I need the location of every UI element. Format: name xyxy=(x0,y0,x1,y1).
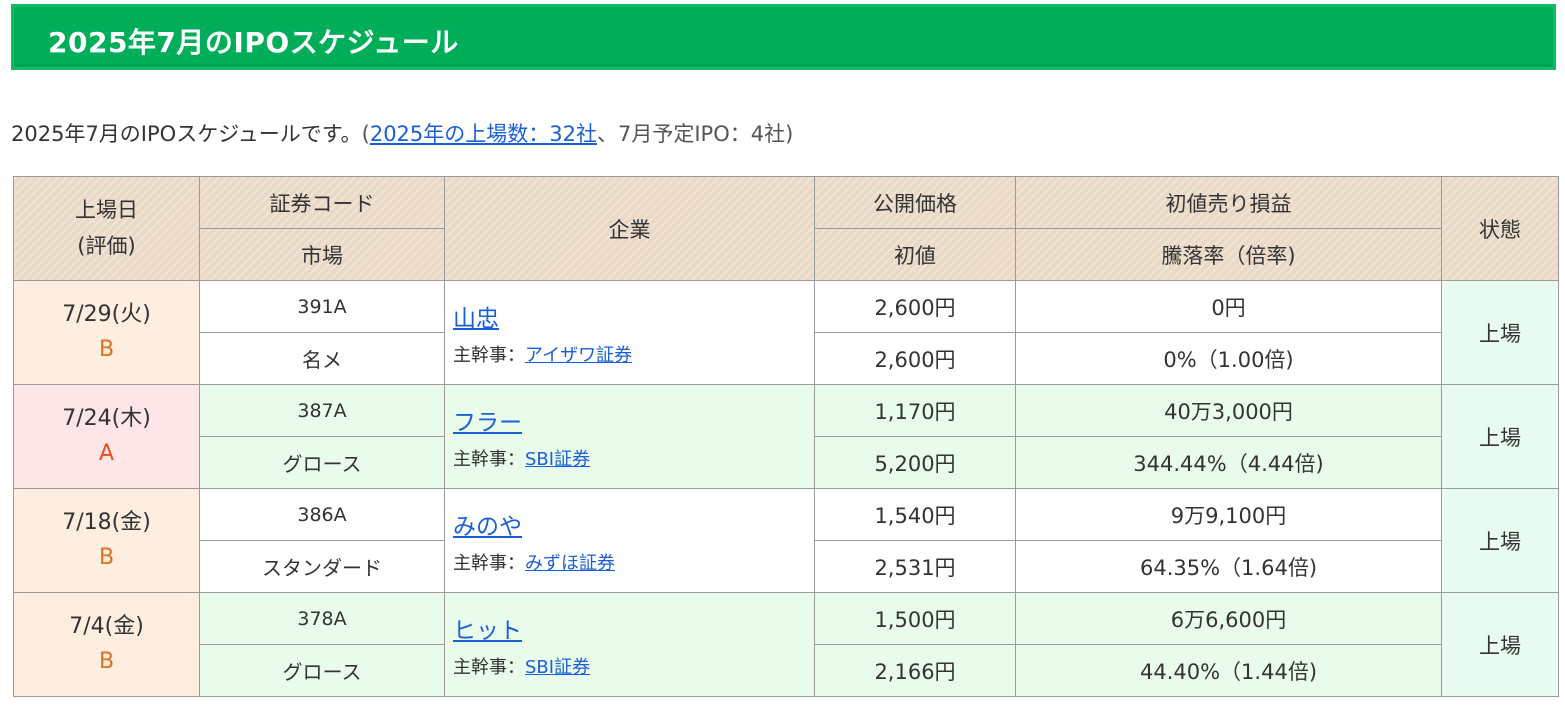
stock-code: 391A xyxy=(199,280,445,333)
rating-badge: B xyxy=(98,336,115,362)
intro-lead: 2025年7月のIPOスケジュールです。 xyxy=(11,122,362,146)
company-cell: ヒット 主幹事：SBI証券 xyxy=(444,592,815,697)
listing-date-cell: 7/18(金) B xyxy=(13,488,200,593)
lead-underwriter: 主幹事：SBI証券 xyxy=(453,653,814,679)
first-price: 2,600円 xyxy=(814,332,1016,385)
company-link[interactable]: 山忠 xyxy=(453,299,499,333)
first-sale-profit: 6万6,600円 xyxy=(1015,592,1442,645)
first-price: 2,531円 xyxy=(814,540,1016,593)
first-price: 2,166円 xyxy=(814,644,1016,697)
first-sale-profit: 9万9,100円 xyxy=(1015,488,1442,541)
stock-code: 386A xyxy=(199,488,445,541)
table-row: 7/24(木) A 387A フラー 主幹事：SBI証券 1,170円 40万3… xyxy=(13,384,1559,489)
company-link[interactable]: フラー xyxy=(453,403,522,437)
market: グロース xyxy=(199,644,445,697)
header-listing-date: 上場日 (評価) xyxy=(13,176,200,281)
intro-paren-close: ) xyxy=(785,122,794,146)
offer-price: 1,540円 xyxy=(814,488,1016,541)
status-cell: 上場 xyxy=(1441,592,1559,697)
offer-price: 2,600円 xyxy=(814,280,1016,333)
market: 名メ xyxy=(199,332,445,385)
intro-schedule-count: 、7月予定IPO：4社 xyxy=(597,122,786,146)
company-cell: みのや 主幹事：みずほ証券 xyxy=(444,488,815,593)
lead-underwriter-label: 主幹事： xyxy=(453,552,525,574)
status-cell: 上場 xyxy=(1441,488,1559,593)
first-sale-profit: 0円 xyxy=(1015,280,1442,333)
header-profit: 初値売り損益 xyxy=(1015,176,1442,229)
intro-text: 2025年7月のIPOスケジュールです。(2025年の上場数：32社、7月予定I… xyxy=(11,118,793,148)
status-cell: 上場 xyxy=(1441,384,1559,489)
status-cell: 上場 xyxy=(1441,280,1559,385)
header-listing-date-label: 上場日 xyxy=(75,197,138,222)
market: グロース xyxy=(199,436,445,489)
table-row: 7/18(金) B 386A みのや 主幹事：みずほ証券 1,540円 9万9,… xyxy=(13,488,1559,593)
lead-underwriter: 主幹事：みずほ証券 xyxy=(453,549,814,575)
change-rate: 44.40%（1.44倍) xyxy=(1015,644,1442,697)
page-title-bar: 2025年7月のIPOスケジュール xyxy=(11,4,1556,70)
listing-date: 7/29(火) xyxy=(62,302,151,328)
table-header: 上場日 (評価) 証券コード 企業 公開価格 初値売り損益 状態 市場 初値 騰… xyxy=(13,176,1559,281)
company-link[interactable]: ヒット xyxy=(453,611,522,645)
header-offer-price: 公開価格 xyxy=(814,176,1016,229)
listing-date: 7/18(金) xyxy=(62,510,151,536)
page-title: 2025年7月のIPOスケジュール xyxy=(48,26,459,59)
lead-underwriter-link[interactable]: みずほ証券 xyxy=(525,553,615,574)
listing-date-cell: 7/4(金) B xyxy=(13,592,200,697)
table-row: 7/4(金) B 378A ヒット 主幹事：SBI証券 1,500円 6万6,6… xyxy=(13,592,1559,697)
listing-date: 7/4(金) xyxy=(69,614,144,640)
company-cell: 山忠 主幹事：アイザワ証券 xyxy=(444,280,815,385)
listing-date: 7/24(木) xyxy=(62,406,151,432)
first-sale-profit: 40万3,000円 xyxy=(1015,384,1442,437)
change-rate: 0%（1.00倍) xyxy=(1015,332,1442,385)
first-price: 5,200円 xyxy=(814,436,1016,489)
intro-paren-open: ( xyxy=(361,122,370,146)
rating-badge: B xyxy=(98,544,115,570)
offer-price: 1,500円 xyxy=(814,592,1016,645)
change-rate: 344.44%（4.44倍) xyxy=(1015,436,1442,489)
market: スタンダード xyxy=(199,540,445,593)
lead-underwriter-link[interactable]: SBI証券 xyxy=(525,657,590,678)
lead-underwriter-label: 主幹事： xyxy=(453,344,525,366)
listing-date-cell: 7/29(火) B xyxy=(13,280,200,385)
stock-code: 378A xyxy=(199,592,445,645)
table-row: 7/29(火) B 391A 山忠 主幹事：アイザワ証券 2,600円 0円 上… xyxy=(13,280,1559,385)
offer-price: 1,170円 xyxy=(814,384,1016,437)
lead-underwriter: 主幹事：SBI証券 xyxy=(453,445,814,471)
company-link[interactable]: みのや xyxy=(453,507,522,541)
stock-code: 387A xyxy=(199,384,445,437)
lead-underwriter-link[interactable]: アイザワ証券 xyxy=(525,345,632,366)
lead-underwriter-link[interactable]: SBI証券 xyxy=(525,449,590,470)
lead-underwriter-label: 主幹事： xyxy=(453,448,525,470)
header-first-price: 初値 xyxy=(814,228,1016,281)
listing-count-link[interactable]: 2025年の上場数：32社 xyxy=(370,122,597,146)
header-rate: 騰落率（倍率) xyxy=(1015,228,1442,281)
lead-underwriter-label: 主幹事： xyxy=(453,656,525,678)
header-rating-label: (評価) xyxy=(77,233,136,258)
header-company: 企業 xyxy=(444,176,815,281)
header-market: 市場 xyxy=(199,228,445,281)
ipo-schedule-table: 上場日 (評価) 証券コード 企業 公開価格 初値売り損益 状態 市場 初値 騰… xyxy=(13,176,1559,697)
lead-underwriter: 主幹事：アイザワ証券 xyxy=(453,341,814,367)
listing-date-cell: 7/24(木) A xyxy=(13,384,200,489)
company-cell: フラー 主幹事：SBI証券 xyxy=(444,384,815,489)
header-status: 状態 xyxy=(1441,176,1559,281)
header-code: 証券コード xyxy=(199,176,445,229)
change-rate: 64.35%（1.64倍) xyxy=(1015,540,1442,593)
rating-badge: A xyxy=(98,440,115,466)
rating-badge: B xyxy=(98,648,115,674)
